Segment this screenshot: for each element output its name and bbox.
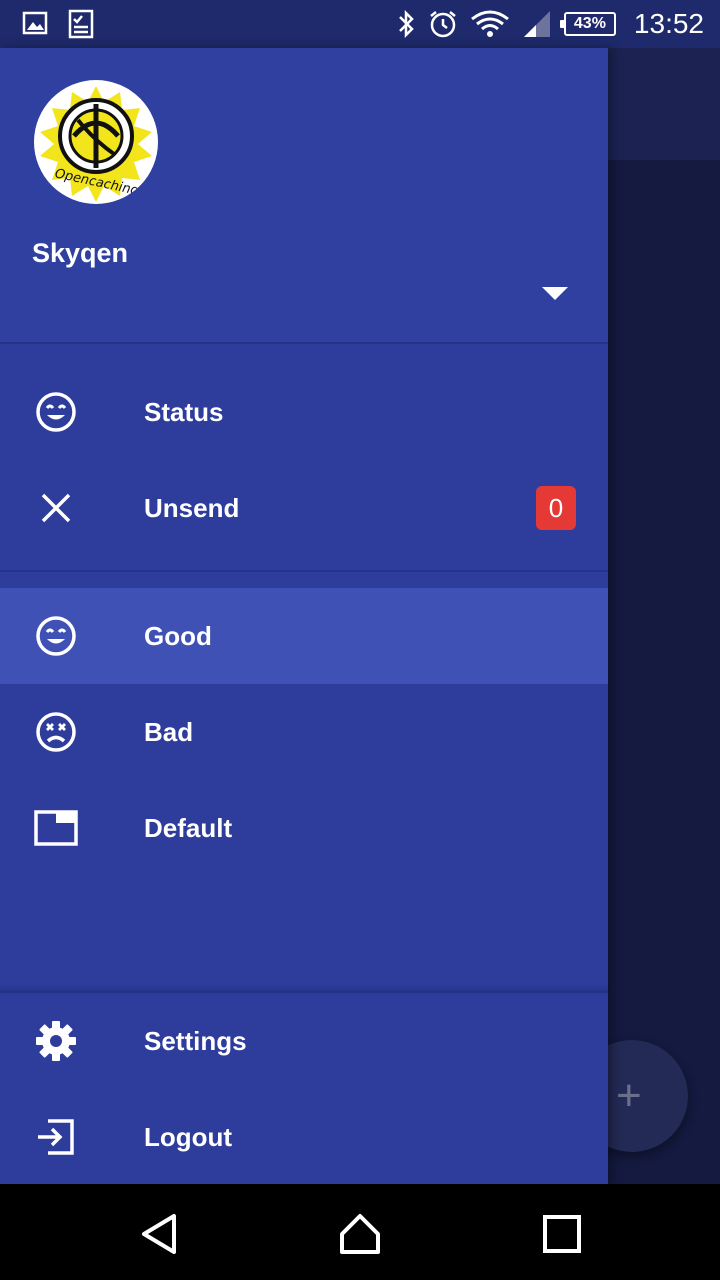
navigation-drawer: Opencaching Skyqen Status Unsend 0 Good … bbox=[0, 48, 608, 1184]
drawer-filter-section: Good Bad Default bbox=[0, 588, 608, 876]
unsend-count-badge: 0 bbox=[536, 486, 576, 530]
drawer-footer-section: Settings Logout bbox=[0, 993, 608, 1185]
drawer-item-label: Status bbox=[144, 396, 224, 427]
home-icon[interactable] bbox=[338, 1212, 382, 1256]
drawer-item-label: Logout bbox=[144, 1121, 233, 1152]
happy-face-icon bbox=[34, 614, 78, 658]
drawer-item-logout[interactable]: Logout bbox=[0, 1089, 608, 1185]
clock: 13:52 bbox=[633, 8, 704, 39]
drawer-item-label: Unsend bbox=[144, 492, 240, 523]
gear-icon bbox=[34, 1019, 78, 1063]
drawer-item-label: Good bbox=[144, 620, 212, 651]
drawer-item-settings[interactable]: Settings bbox=[0, 993, 608, 1089]
triangle-down-icon bbox=[542, 287, 568, 300]
avatar[interactable]: Opencaching bbox=[34, 80, 158, 204]
dead-face-icon bbox=[34, 710, 78, 754]
drawer-item-label: Bad bbox=[144, 716, 194, 747]
battery-level: 43% bbox=[573, 15, 606, 32]
drawer-item-label: Default bbox=[144, 812, 233, 843]
account-dropdown-button[interactable] bbox=[540, 284, 570, 304]
wifi-icon bbox=[471, 10, 509, 37]
account-name: Skyqen bbox=[32, 238, 129, 268]
drawer-item-good[interactable]: Good bbox=[0, 588, 608, 684]
drawer-item-status[interactable]: Status bbox=[0, 364, 608, 460]
bluetooth-icon bbox=[399, 9, 414, 39]
back-icon[interactable] bbox=[138, 1212, 182, 1256]
recents-icon[interactable] bbox=[540, 1212, 584, 1256]
close-icon bbox=[34, 486, 78, 530]
status-bar: 43% 13:52 bbox=[0, 0, 720, 48]
system-navigation-bar bbox=[0, 1184, 720, 1280]
logout-icon bbox=[34, 1115, 78, 1159]
alarm-icon bbox=[430, 11, 456, 38]
task-icon bbox=[68, 9, 94, 39]
happy-face-icon bbox=[34, 390, 78, 434]
battery-icon: 43% bbox=[559, 12, 616, 36]
drawer-item-bad[interactable]: Bad bbox=[0, 684, 608, 780]
divider bbox=[0, 570, 608, 572]
opencaching-logo-icon: Opencaching bbox=[40, 86, 152, 202]
drawer-main-section: Status Unsend 0 bbox=[0, 364, 608, 556]
drawer-header: Opencaching Skyqen bbox=[0, 48, 608, 344]
plus-icon: + bbox=[616, 1071, 642, 1120]
image-icon bbox=[22, 11, 48, 35]
signal-icon bbox=[523, 11, 550, 37]
drawer-item-default[interactable]: Default bbox=[0, 780, 608, 876]
drawer-item-label: Settings bbox=[144, 1025, 247, 1056]
drawer-item-unsend[interactable]: Unsend 0 bbox=[0, 460, 608, 556]
window-icon bbox=[34, 806, 78, 850]
